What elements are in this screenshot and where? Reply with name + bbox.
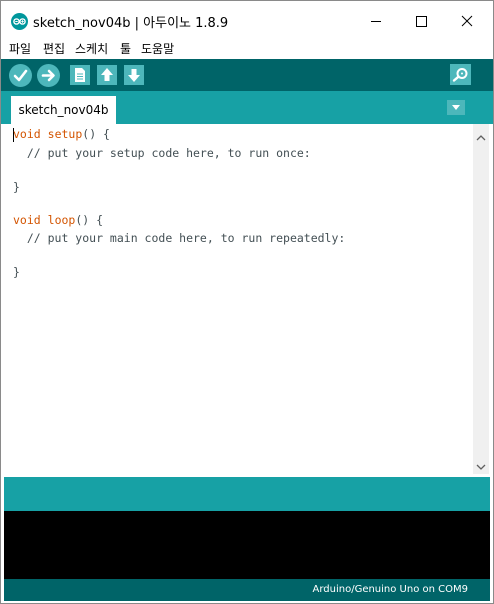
tab-label: sketch_nov04b [18, 103, 109, 117]
up-arrow-icon [101, 68, 113, 81]
code-text: () { [82, 127, 110, 141]
code-line: void loop() { [13, 213, 103, 227]
menu-file[interactable]: 파일 [9, 40, 31, 57]
checkmark-icon [13, 69, 28, 82]
menu-sketch[interactable]: 스케치 [75, 40, 108, 57]
down-arrow-icon [128, 69, 140, 82]
code-comment: // put your setup code here, to run once… [13, 146, 311, 160]
keyword: void [13, 127, 41, 141]
scroll-up-button[interactable] [475, 128, 487, 147]
open-sketch-button[interactable] [97, 65, 117, 85]
console-output[interactable] [4, 511, 490, 579]
vertical-scrollbar[interactable] [473, 124, 489, 474]
function-name: loop [47, 213, 76, 227]
new-sketch-button[interactable] [70, 65, 90, 85]
chevron-down-icon [476, 464, 486, 470]
new-file-icon [75, 68, 85, 82]
board-status-bar: Arduino/Genuino Uno on COM9 [4, 579, 490, 601]
toolbar [1, 59, 493, 91]
tab-bar: sketch_nov04b [1, 91, 493, 124]
code-line: } [13, 180, 20, 194]
menu-edit[interactable]: 편집 [43, 40, 65, 57]
menu-tools[interactable]: 툴 [120, 40, 131, 57]
minimize-button[interactable] [353, 1, 399, 41]
function-name: setup [47, 127, 83, 141]
tab-menu-button[interactable] [447, 100, 465, 115]
upload-button[interactable] [37, 64, 60, 87]
maximize-button[interactable] [398, 1, 444, 41]
arduino-ide-window: sketch_nov04b | 아두이노 1.8.9 파일 편집 스케치 툴 도… [0, 0, 494, 604]
code-editor[interactable]: void setup() { // put your setup code he… [4, 124, 473, 474]
right-arrow-icon [41, 69, 55, 82]
menu-help[interactable]: 도움말 [141, 40, 174, 57]
board-port-label: Arduino/Genuino Uno on COM9 [312, 584, 469, 595]
arduino-logo-icon [11, 13, 28, 30]
title-bar[interactable]: sketch_nov04b | 아두이노 1.8.9 [1, 1, 493, 41]
code-line: } [13, 265, 20, 279]
code-text: () { [75, 213, 104, 227]
status-bar [4, 477, 490, 511]
minimize-icon [371, 21, 381, 22]
code-comment: // put your main code here, to run repea… [13, 231, 346, 245]
keyword: void [13, 213, 41, 227]
verify-button[interactable] [9, 64, 32, 87]
maximize-icon [416, 16, 427, 27]
window-title: sketch_nov04b | 아두이노 1.8.9 [33, 16, 229, 31]
chevron-down-icon [452, 105, 460, 110]
save-sketch-button[interactable] [124, 65, 144, 85]
close-icon [461, 15, 473, 27]
serial-monitor-button[interactable] [450, 64, 471, 85]
scroll-down-button[interactable] [475, 457, 487, 476]
menu-bar: 파일 편집 스케치 툴 도움말 [1, 37, 493, 59]
magnifier-icon [452, 68, 468, 82]
chevron-up-icon [476, 135, 486, 141]
tab-sketch[interactable]: sketch_nov04b [11, 96, 116, 124]
close-button[interactable] [444, 1, 490, 41]
code-line: void setup() { [13, 127, 110, 141]
